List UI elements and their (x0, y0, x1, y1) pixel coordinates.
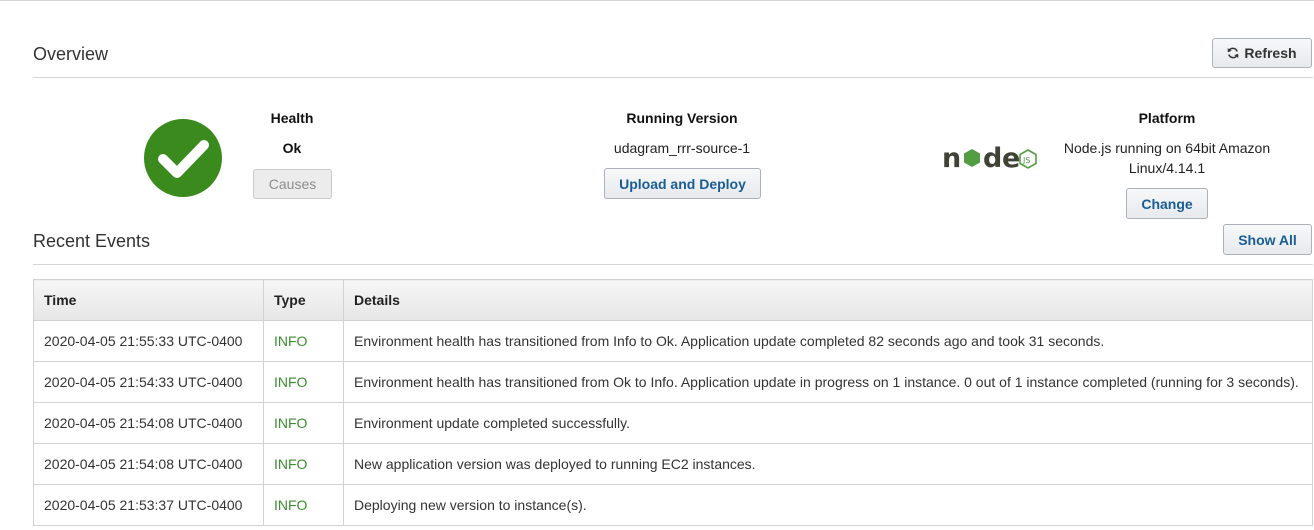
change-platform-button[interactable]: Change (1126, 188, 1208, 219)
svg-text:JS: JS (1022, 156, 1030, 165)
event-time: 2020-04-05 21:55:33 UTC-0400 (33, 320, 264, 362)
table-row: 2020-04-05 21:54:08 UTC-0400 INFO Enviro… (33, 402, 1313, 444)
event-details: Deploying new version to instance(s). (343, 484, 1313, 526)
event-time: 2020-04-05 21:54:08 UTC-0400 (33, 443, 264, 485)
event-time: 2020-04-05 21:54:08 UTC-0400 (33, 402, 264, 444)
refresh-button[interactable]: Refresh (1212, 38, 1312, 68)
causes-button[interactable]: Causes (253, 169, 332, 199)
event-type: INFO (263, 320, 344, 362)
recent-events-divider (33, 264, 1313, 265)
svg-text:n: n (942, 143, 961, 174)
overview-divider (33, 77, 1313, 78)
table-row: 2020-04-05 21:54:33 UTC-0400 INFO Enviro… (33, 361, 1313, 403)
refresh-label: Refresh (1244, 45, 1297, 61)
column-header-time[interactable]: Time (33, 279, 264, 321)
svg-text:d: d (983, 143, 1002, 174)
event-type: INFO (263, 484, 344, 526)
health-heading: Health (270, 110, 314, 126)
table-row: 2020-04-05 21:54:08 UTC-0400 INFO New ap… (33, 443, 1313, 485)
table-row: 2020-04-05 21:53:37 UTC-0400 INFO Deploy… (33, 484, 1313, 526)
running-version-value: udagram_rrr-source-1 (613, 140, 751, 156)
event-type: INFO (263, 402, 344, 444)
health-ok-check-icon (144, 119, 222, 197)
platform-description-line2: Linux/4.14.1 (1128, 160, 1206, 176)
event-details: Environment health has transitioned from… (343, 361, 1313, 403)
recent-events-title: Recent Events (33, 231, 151, 251)
table-row: 2020-04-05 21:55:33 UTC-0400 INFO Enviro… (33, 320, 1313, 362)
upload-and-deploy-button[interactable]: Upload and Deploy (604, 168, 761, 199)
refresh-icon (1228, 47, 1239, 59)
health-status: Ok (282, 140, 302, 156)
events-table-header-row: Time Type Details (33, 279, 1313, 321)
events-table: Time Type Details 2020-04-05 21:55:33 UT… (33, 279, 1313, 526)
event-details: Environment health has transitioned from… (343, 320, 1313, 362)
event-details: New application version was deployed to … (343, 443, 1313, 485)
running-version-heading: Running Version (626, 110, 738, 126)
event-details: Environment update completed successfull… (343, 402, 1313, 444)
platform-heading: Platform (1138, 110, 1196, 126)
top-divider (0, 0, 1314, 2)
event-time: 2020-04-05 21:54:33 UTC-0400 (33, 361, 264, 403)
overview-title: Overview (33, 44, 109, 64)
svg-text:e: e (1002, 143, 1020, 174)
column-header-details[interactable]: Details (343, 279, 1313, 321)
platform-description-line1: Node.js running on 64bit Amazon (1063, 140, 1271, 156)
nodejs-logo-icon: n d e JS (942, 143, 1037, 174)
column-header-type[interactable]: Type (263, 279, 344, 321)
event-type: INFO (263, 361, 344, 403)
event-type: INFO (263, 443, 344, 485)
show-all-button[interactable]: Show All (1223, 224, 1312, 255)
event-time: 2020-04-05 21:53:37 UTC-0400 (33, 484, 264, 526)
